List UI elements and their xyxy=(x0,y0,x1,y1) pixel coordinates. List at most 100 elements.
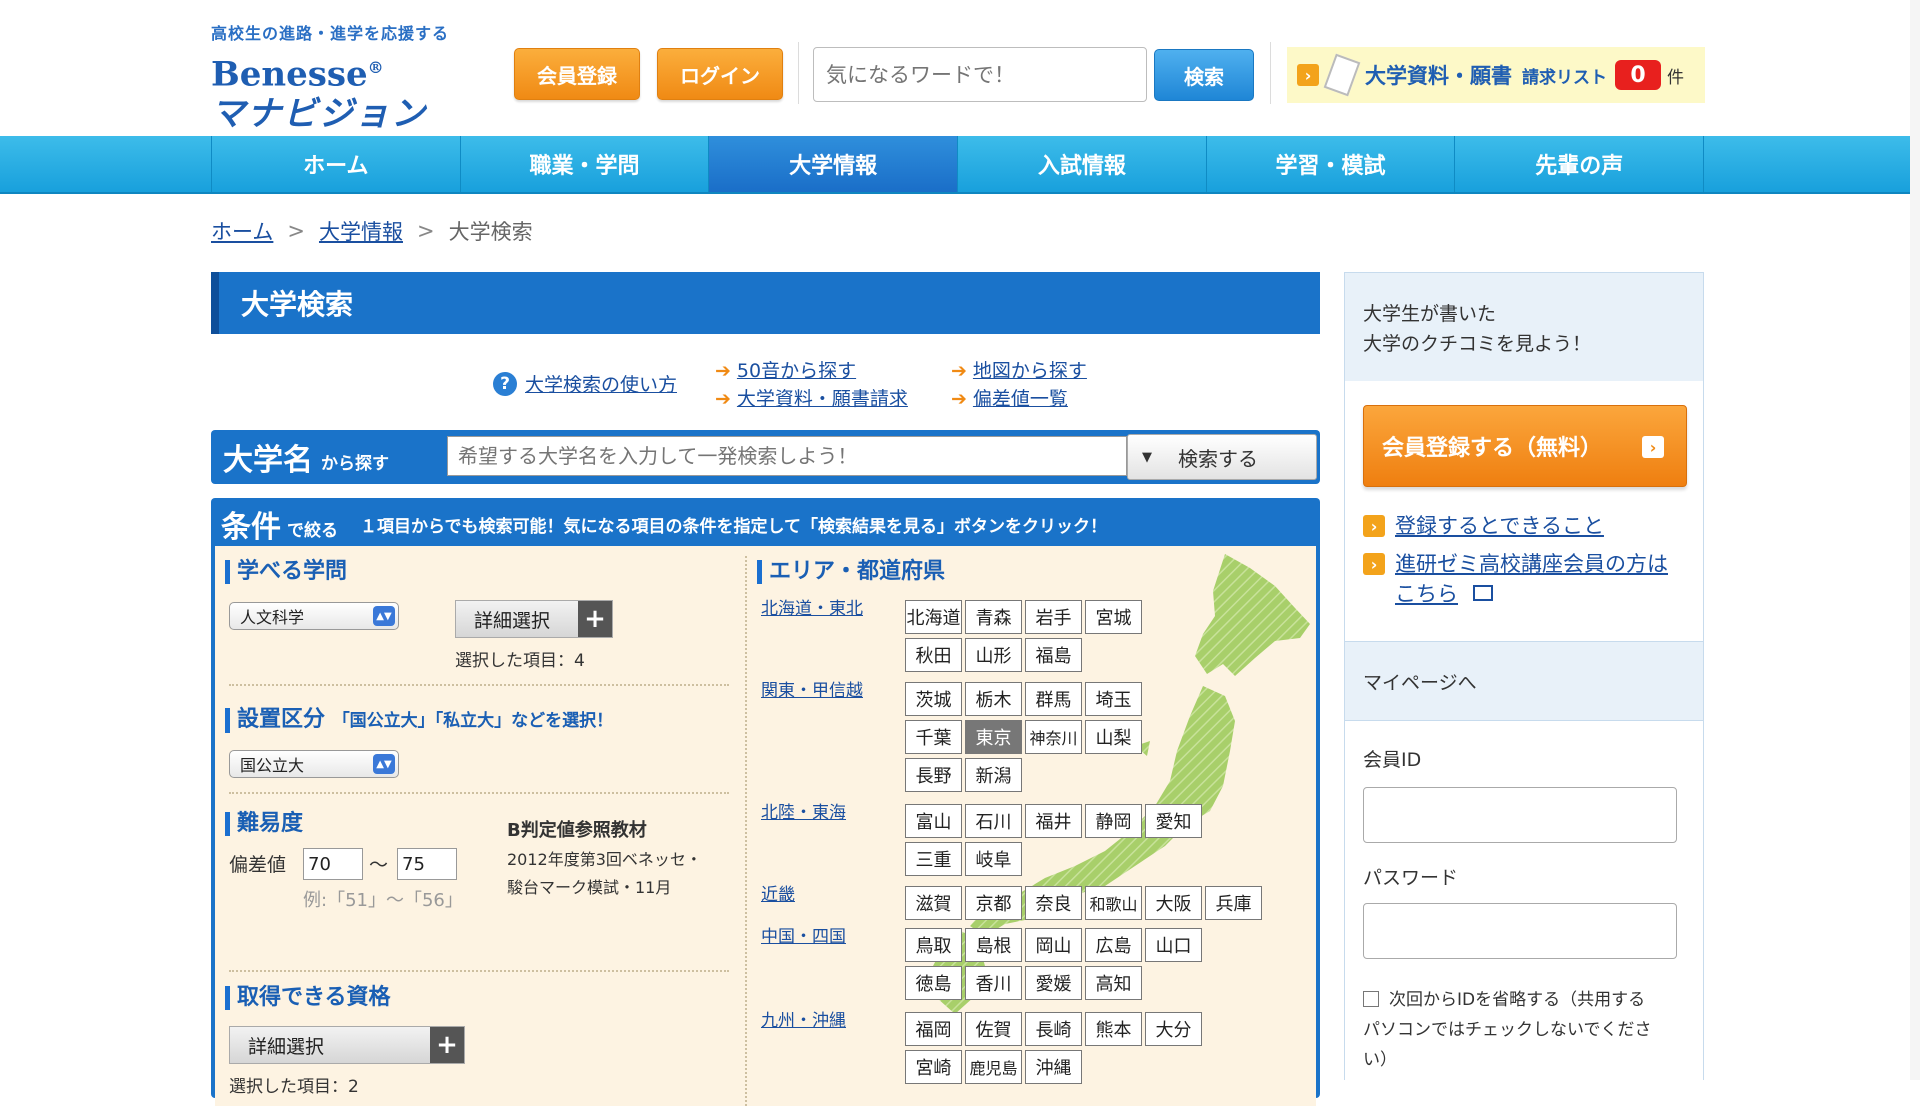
site-search-button[interactable]: 検索 xyxy=(1154,49,1254,101)
request-link[interactable]: 大学資料・願書請求 xyxy=(737,388,908,410)
deviation-to-input[interactable]: 75 xyxy=(397,848,457,880)
region-kanto-koshinetsu[interactable]: 関東・甲信越 xyxy=(761,676,863,701)
arrow-right-icon: ➔ xyxy=(715,360,731,382)
category-select[interactable]: 国公立大 ▲▼ xyxy=(229,750,399,778)
site-search-input[interactable] xyxy=(813,47,1147,102)
pref-kochi[interactable]: 高知 xyxy=(1085,966,1142,1000)
pref-oita[interactable]: 大分 xyxy=(1145,1012,1202,1046)
request-list-box[interactable]: › 大学資料・願書 請求リスト 0 件 xyxy=(1287,47,1705,103)
pref-kagawa[interactable]: 香川 xyxy=(965,966,1022,1000)
howto-link[interactable]: 大学検索の使い方 xyxy=(525,370,677,397)
pref-tokushima[interactable]: 徳島 xyxy=(905,966,962,1000)
name-search-button[interactable]: ▼ 検索する xyxy=(1127,434,1317,480)
pref-yamanashi[interactable]: 山梨 xyxy=(1085,720,1142,754)
pref-okayama[interactable]: 岡山 xyxy=(1025,928,1082,962)
shinken-link-cont[interactable]: こちら xyxy=(1395,582,1458,606)
pref-gunma[interactable]: 群馬 xyxy=(1025,682,1082,716)
subject-detail-button[interactable]: 詳細選択 + xyxy=(455,600,613,638)
sidebar-promo-line: 大学生が書いた xyxy=(1363,303,1497,325)
breadcrumb-univ-info[interactable]: 大学情報 xyxy=(319,216,403,246)
pref-ehime[interactable]: 愛媛 xyxy=(1025,966,1082,1000)
benefits-link[interactable]: 登録するとできること xyxy=(1395,511,1604,541)
nav-item-voices[interactable]: 先輩の声 xyxy=(1454,136,1705,192)
pref-aichi[interactable]: 愛知 xyxy=(1145,804,1202,838)
pref-ibaraki[interactable]: 茨城 xyxy=(905,682,962,716)
nav-item-career[interactable]: 職業・学問 xyxy=(459,136,709,192)
pref-shimane[interactable]: 島根 xyxy=(965,928,1022,962)
subject-select[interactable]: 人文科学 ▲▼ xyxy=(229,602,399,630)
university-name-input[interactable] xyxy=(447,436,1127,476)
pref-kanagawa[interactable]: 神奈川 xyxy=(1025,720,1082,754)
pref-tochigi[interactable]: 栃木 xyxy=(965,682,1022,716)
password-label: パスワード xyxy=(1363,867,1459,889)
sidebar-register-button[interactable]: 会員登録する（無料） › xyxy=(1363,405,1687,487)
qualification-detail-button[interactable]: 詳細選択 + xyxy=(229,1026,465,1064)
shinken-link[interactable]: 進研ゼミ高校講座会員の方は xyxy=(1395,549,1668,579)
pref-chiba[interactable]: 千葉 xyxy=(905,720,962,754)
sidebar-promo[interactable]: 大学生が書いた 大学のクチコミを見よう！ xyxy=(1363,299,1591,359)
header-divider xyxy=(1270,42,1271,104)
pref-osaka[interactable]: 大阪 xyxy=(1145,886,1202,920)
login-button[interactable]: ログイン xyxy=(657,48,783,100)
pref-nagasaki[interactable]: 長崎 xyxy=(1025,1012,1082,1046)
pref-niigata[interactable]: 新潟 xyxy=(965,758,1022,792)
register-button[interactable]: 会員登録 xyxy=(514,48,640,100)
sidebar-link-benefits[interactable]: › 登録するとできること xyxy=(1363,511,1604,541)
pref-fukuoka[interactable]: 福岡 xyxy=(905,1012,962,1046)
pref-iwate[interactable]: 岩手 xyxy=(1025,600,1082,634)
nav-item-home[interactable]: ホーム xyxy=(211,136,460,192)
pref-gifu[interactable]: 岐阜 xyxy=(965,842,1022,876)
deviation-from-input[interactable]: 70 xyxy=(303,848,363,880)
region-kyushu-okinawa[interactable]: 九州・沖縄 xyxy=(761,1006,846,1031)
pref-okinawa[interactable]: 沖縄 xyxy=(1025,1050,1082,1084)
deviation-list-link[interactable]: 偏差値一覧 xyxy=(973,388,1068,410)
pref-wakayama[interactable]: 和歌山 xyxy=(1085,886,1142,920)
pref-fukui[interactable]: 福井 xyxy=(1025,804,1082,838)
pref-nara[interactable]: 奈良 xyxy=(1025,886,1082,920)
nav-item-exam[interactable]: 入試情報 xyxy=(957,136,1206,192)
pref-kumamoto[interactable]: 熊本 xyxy=(1085,1012,1142,1046)
region-kinki[interactable]: 近畿 xyxy=(761,880,795,905)
region-chugoku-shikoku[interactable]: 中国・四国 xyxy=(761,922,846,947)
pref-hiroshima[interactable]: 広島 xyxy=(1085,928,1142,962)
select-arrows-icon: ▲▼ xyxy=(373,754,395,774)
mypage-header[interactable]: マイページへ xyxy=(1345,641,1703,721)
pref-saga[interactable]: 佐賀 xyxy=(965,1012,1022,1046)
pref-tottori[interactable]: 鳥取 xyxy=(905,928,962,962)
pref-yamaguchi[interactable]: 山口 xyxy=(1145,928,1202,962)
pref-akita[interactable]: 秋田 xyxy=(905,638,962,672)
region-hokuriku-tokai[interactable]: 北陸・東海 xyxy=(761,798,846,823)
pref-tokyo[interactable]: 東京 xyxy=(965,720,1022,754)
pref-aomori[interactable]: 青森 xyxy=(965,600,1022,634)
pref-hyogo[interactable]: 兵庫 xyxy=(1205,886,1262,920)
pref-toyama[interactable]: 富山 xyxy=(905,804,962,838)
pref-kyoto[interactable]: 京都 xyxy=(965,886,1022,920)
pref-kagoshima[interactable]: 鹿児島 xyxy=(965,1050,1022,1084)
pref-hokkaido[interactable]: 北海道 xyxy=(905,600,962,634)
difficulty-title: 難易度 xyxy=(225,812,303,836)
pref-fukushima[interactable]: 福島 xyxy=(1025,638,1082,672)
sidebar-link-shinken[interactable]: › 進研ゼミ高校講座会員の方は こちら xyxy=(1363,549,1668,609)
pref-miyazaki[interactable]: 宮崎 xyxy=(905,1050,962,1084)
nav-item-study[interactable]: 学習・模試 xyxy=(1205,136,1455,192)
pref-shiga[interactable]: 滋賀 xyxy=(905,886,962,920)
breadcrumb-home[interactable]: ホーム xyxy=(211,216,273,246)
site-logo[interactable]: 高校生の進路・進学を応援する Benesse® マナビジョン xyxy=(211,20,471,134)
pref-mie[interactable]: 三重 xyxy=(905,842,962,876)
name-search-bar: 大学名 から探す ▼ 検索する xyxy=(211,430,1320,484)
conditions-description: １項目からでも検索可能！気になる項目の条件を指定して「検索結果を見る」ボタンをク… xyxy=(360,516,1107,537)
nav-item-university[interactable]: 大学情報 xyxy=(708,136,958,192)
kana-search-link[interactable]: 50音から探す xyxy=(737,360,856,382)
pref-yamagata[interactable]: 山形 xyxy=(965,638,1022,672)
remember-checkbox[interactable] xyxy=(1363,991,1379,1007)
pref-shizuoka[interactable]: 静岡 xyxy=(1085,804,1142,838)
password-input[interactable] xyxy=(1363,903,1677,959)
pref-saitama[interactable]: 埼玉 xyxy=(1085,682,1142,716)
region-hokkaido-tohoku[interactable]: 北海道・東北 xyxy=(761,594,863,619)
pref-ishikawa[interactable]: 石川 xyxy=(965,804,1022,838)
pref-nagano[interactable]: 長野 xyxy=(905,758,962,792)
page-scrollbar[interactable] xyxy=(1910,0,1920,1080)
pref-miyagi[interactable]: 宮城 xyxy=(1085,600,1142,634)
map-search-link[interactable]: 地図から探す xyxy=(973,360,1087,382)
member-id-input[interactable] xyxy=(1363,787,1677,843)
